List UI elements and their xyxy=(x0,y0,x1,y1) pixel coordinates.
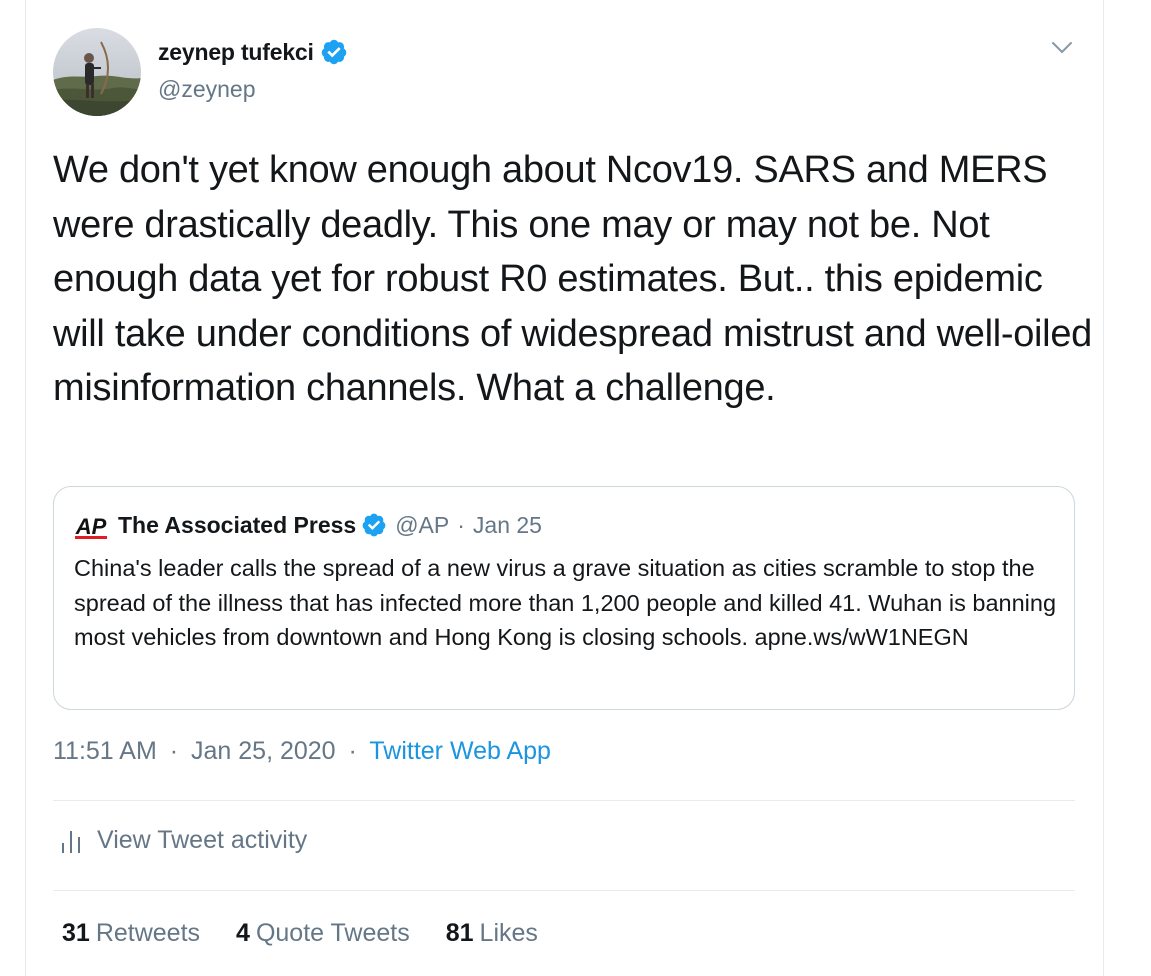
chevron-down-icon[interactable] xyxy=(1051,40,1073,56)
svg-text:AP: AP xyxy=(75,514,107,539)
quoted-tweet-text: China's leader calls the spread of a new… xyxy=(74,555,1057,651)
tweet-stats: 31 Retweets 4 Quote Tweets 81 Likes xyxy=(62,919,574,948)
author-avatar[interactable] xyxy=(53,28,141,116)
tweet-meta: 11:51 AM · Jan 25, 2020 · Twitter Web Ap… xyxy=(53,737,551,766)
tweet-text: We don't yet know enough about Ncov19. S… xyxy=(53,149,1092,409)
tweet-source-link[interactable]: Twitter Web App xyxy=(369,737,551,765)
retweets-stat[interactable]: 31 Retweets xyxy=(62,919,200,948)
likes-label: Likes xyxy=(479,919,538,947)
quoted-author-name: The Associated Press xyxy=(118,511,357,538)
view-tweet-activity-label: View Tweet activity xyxy=(97,826,308,854)
tweet-date[interactable]: Jan 25, 2020 xyxy=(191,737,336,765)
divider xyxy=(53,890,1075,891)
quoted-author-handle: @AP xyxy=(395,511,450,538)
separator-dot: · xyxy=(169,737,179,765)
quoted-tweet[interactable]: AP The Associated Press @AP · Jan 25 Chi… xyxy=(53,486,1075,710)
quote-tweets-label: Quote Tweets xyxy=(255,919,410,947)
ap-logo-icon: AP xyxy=(73,509,109,541)
quoted-tweet-date: Jan 25 xyxy=(472,511,542,538)
author-display-name[interactable]: zeynep tufekci xyxy=(158,39,314,66)
likes-stat[interactable]: 81 Likes xyxy=(446,919,538,948)
view-tweet-activity-link[interactable]: View Tweet activity xyxy=(53,826,307,855)
author-handle[interactable]: @zeynep xyxy=(158,76,256,103)
retweets-label: Retweets xyxy=(95,919,201,947)
quote-tweets-stat[interactable]: 4 Quote Tweets xyxy=(236,919,410,948)
bar-chart-icon xyxy=(62,830,80,853)
quoted-tweet-header: AP The Associated Press @AP · Jan 25 xyxy=(73,509,542,541)
verified-badge-icon xyxy=(321,39,346,65)
verified-badge-icon xyxy=(362,513,386,537)
likes-count: 81 xyxy=(445,919,474,947)
separator-dot: · xyxy=(457,511,465,538)
divider xyxy=(53,800,1075,801)
separator-dot: · xyxy=(348,737,357,765)
tweet-time[interactable]: 11:51 AM xyxy=(53,737,157,765)
quote-tweets-count: 4 xyxy=(236,919,250,947)
retweets-count: 31 xyxy=(62,919,90,947)
author-name-row[interactable]: zeynep tufekci xyxy=(158,38,348,66)
